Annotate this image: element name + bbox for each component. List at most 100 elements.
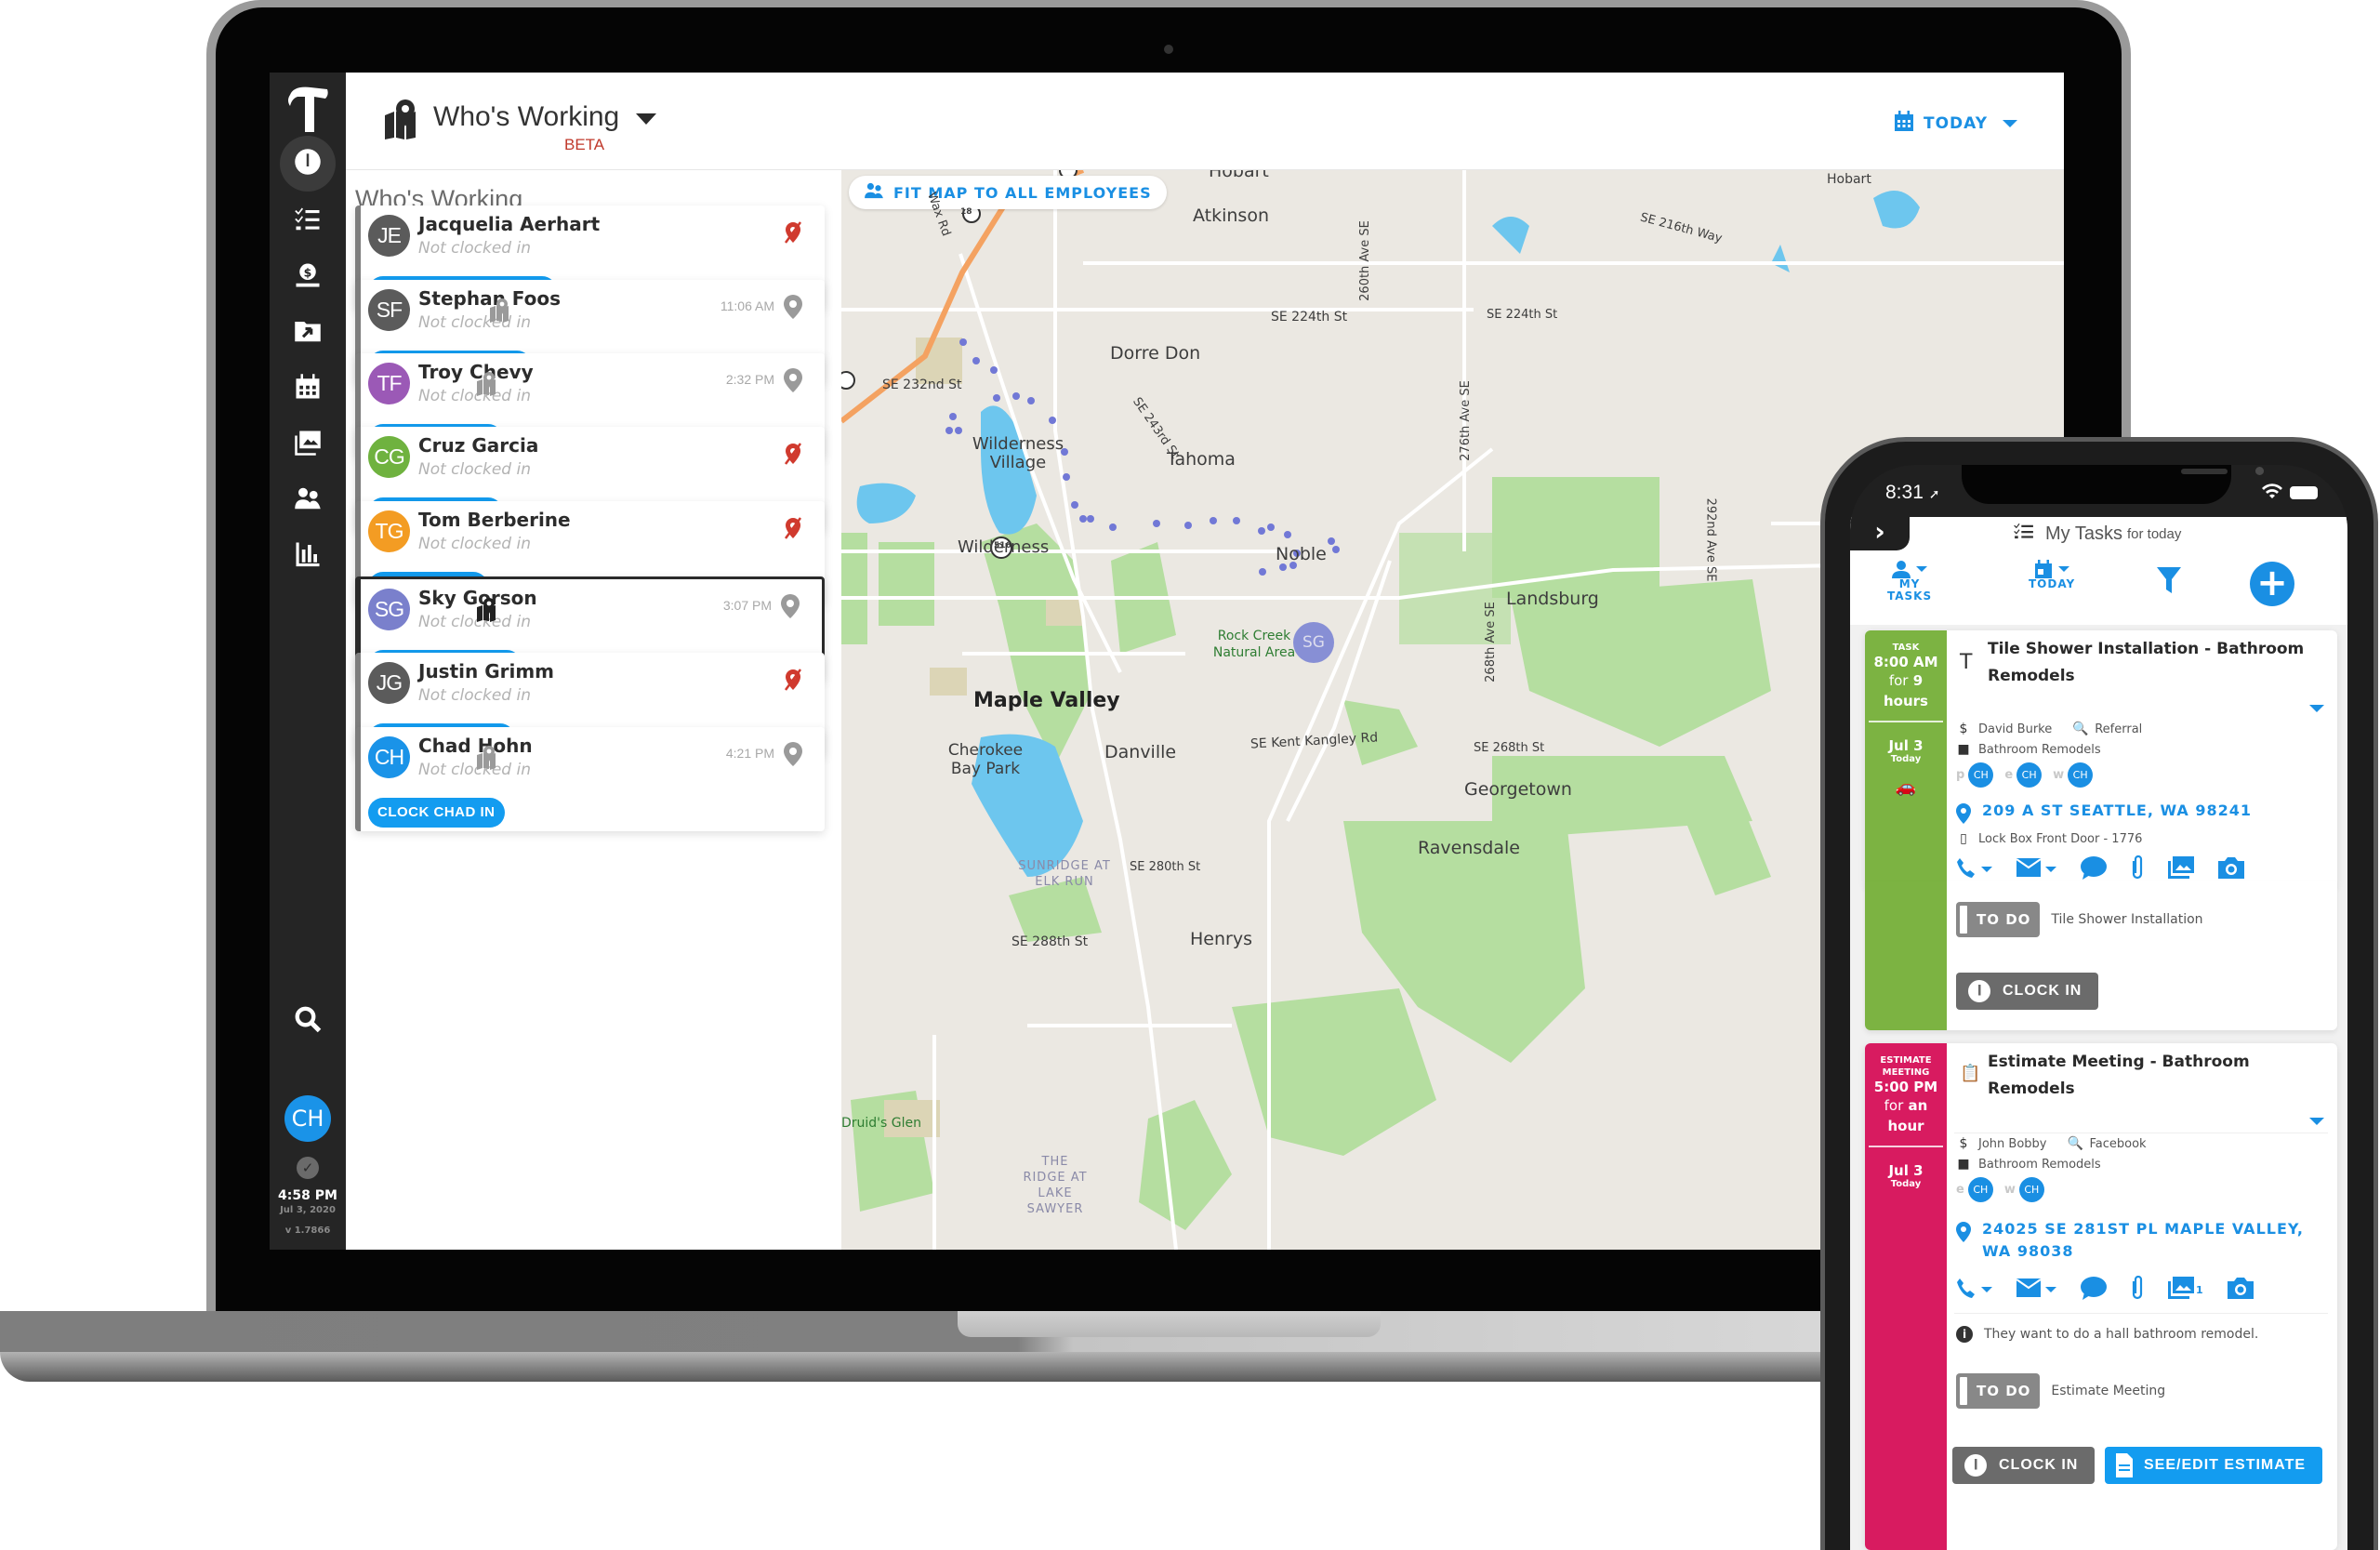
folder-icon: ■ — [1957, 742, 1970, 757]
sidebar-item-projects[interactable] — [280, 305, 336, 361]
see-edit-estimate-button[interactable]: SEE/EDIT ESTIMATE — [2105, 1447, 2323, 1484]
user-avatar[interactable]: CH — [284, 1095, 331, 1142]
back-chevron-button[interactable]: › — [1850, 517, 1910, 550]
employee-card[interactable]: CH Chad Hohn Not clocked in 4:21 PM CLOCK CH… — [355, 727, 825, 831]
location-pin-icon[interactable] — [784, 742, 802, 766]
map-label: Noble — [1276, 544, 1327, 564]
map-label: 268th Ave SE — [1483, 602, 1498, 682]
show-on-map-icon[interactable] — [476, 746, 502, 770]
sidebar-item-financials[interactable]: $ — [280, 249, 336, 305]
sidebar-item-people[interactable] — [280, 472, 336, 528]
customer-row: $ David Burke 🔍 Referral — [1956, 722, 2143, 736]
task-card[interactable]: ESTIMATE MEETING 5:00 PM for an hour Jul… — [1865, 1043, 2337, 1550]
map-label: SE 224th St — [1487, 308, 1558, 322]
camera-button[interactable] — [2227, 1277, 2254, 1303]
customer-name[interactable]: John Bobby — [1978, 1137, 2046, 1151]
search-button[interactable] — [280, 993, 336, 1049]
phone-icon — [1956, 857, 1977, 881]
fit-map-button[interactable]: FIT MAP TO ALL EMPLOYEES — [849, 176, 1167, 209]
map-label: Maple Valley — [973, 689, 1120, 712]
address-link[interactable]: 209 A ST SEATTLE, WA 98241 — [1956, 800, 2324, 830]
task-date: Jul 3 — [1888, 1162, 1924, 1179]
attach-button[interactable] — [2131, 1275, 2144, 1304]
call-button[interactable] — [1956, 857, 1992, 881]
email-button[interactable] — [2016, 858, 2056, 881]
location-pin-icon[interactable] — [784, 295, 802, 319]
sidebar-item-reports[interactable] — [280, 528, 336, 584]
location-pin-icon — [1956, 1218, 1982, 1249]
todo-status-toggle[interactable]: TO DO — [1956, 902, 2041, 937]
call-button[interactable] — [1956, 1278, 1992, 1302]
date-filter-dropdown[interactable]: TODAY — [1894, 110, 2017, 137]
assignee-chip[interactable]: CH — [2018, 1177, 2044, 1202]
show-on-map-icon[interactable] — [476, 598, 502, 622]
task-title[interactable]: Estimate Meeting - Bathroom Remodels — [1988, 1049, 2319, 1103]
phone-speaker — [2181, 469, 2228, 474]
show-on-map-icon[interactable] — [489, 298, 515, 323]
assignee-filter-button[interactable]: MY TASKS — [1887, 560, 1932, 603]
phone-camera — [2255, 467, 2264, 475]
project-name[interactable]: Bathroom Remodels — [1978, 1158, 2101, 1172]
paperclip-icon — [2131, 1275, 2144, 1304]
employee-avatar: CG — [368, 436, 410, 478]
sidebar-item-tasks[interactable] — [280, 193, 336, 249]
map-label: Georgetown — [1464, 779, 1572, 800]
assignee-chip[interactable]: CH — [2068, 762, 2094, 788]
employee-avatar: SF — [368, 289, 410, 331]
email-button[interactable] — [2016, 1278, 2056, 1301]
project-name[interactable]: Bathroom Remodels — [1978, 743, 2101, 757]
last-location-time: 11:06 AM — [720, 298, 774, 313]
clock-in-button[interactable]: CLOCK IN — [1956, 973, 2099, 1010]
employee-name: Tom Berberine — [418, 509, 571, 531]
sidebar-item-time-clock[interactable] — [280, 136, 336, 192]
duration-unit: hours — [1884, 693, 1928, 709]
photos-button[interactable] — [2168, 856, 2194, 882]
checklist-icon — [2014, 523, 2045, 545]
door-icon: ▯ — [1960, 831, 1967, 846]
photos-button[interactable]: 1 — [2168, 1277, 2203, 1303]
clock-in-employee-button[interactable]: CLOCK CHAD IN — [368, 798, 505, 828]
chip-role: p — [1956, 768, 1965, 782]
attach-button[interactable] — [2131, 854, 2144, 883]
duration-value: 9 — [1912, 672, 1924, 689]
camera-button[interactable] — [2218, 856, 2244, 882]
battery-icon — [2290, 486, 2318, 499]
document-icon — [2116, 1453, 2133, 1477]
show-on-map-icon[interactable] — [476, 372, 502, 396]
todo-row: TO DO Estimate Meeting — [1956, 1373, 2165, 1409]
today-label: TODAY — [2029, 577, 2076, 590]
hammer-icon: T — [1960, 651, 1973, 674]
customer-name[interactable]: David Burke — [1978, 722, 2052, 736]
message-button[interactable] — [2081, 855, 2107, 883]
map-label: Hobart — [1827, 172, 1871, 187]
calendar-icon — [294, 373, 322, 404]
clock-status: Not clocked in — [418, 535, 532, 553]
map-label: SE 280th St — [1130, 860, 1201, 874]
task-card[interactable]: TASK 8:00 AM for 9 hours Jul 3 Today 🚗 T… — [1865, 630, 2337, 887]
sidebar-item-photos[interactable] — [280, 417, 336, 472]
location-pin-icon[interactable] — [781, 594, 800, 618]
add-task-button[interactable]: + — [2250, 562, 2294, 606]
assignee-chip[interactable]: CH — [1967, 1177, 1993, 1202]
assignee-chip[interactable]: CH — [1968, 762, 1994, 788]
hammer-logo-icon[interactable] — [284, 84, 331, 134]
sidebar-item-calendar[interactable] — [280, 361, 336, 417]
chip-role: w — [2053, 768, 2065, 782]
expand-chevron-icon[interactable] — [2309, 1118, 2324, 1125]
message-button[interactable] — [2081, 1276, 2107, 1304]
filter-button[interactable] — [2157, 567, 2181, 596]
map-label: SE 288th St — [1012, 934, 1089, 949]
todo-status-toggle[interactable]: TO DO — [1956, 1373, 2041, 1409]
date-filter-button[interactable]: TODAY — [2029, 560, 2075, 590]
task-type: ESTIMATE — [1880, 1055, 1932, 1066]
assignee-chip[interactable]: CH — [2016, 762, 2043, 788]
page-title-dropdown[interactable]: Who's Working BETA — [383, 99, 657, 153]
task-title[interactable]: Tile Shower Installation - Bathroom Remo… — [1988, 636, 2319, 690]
chevron-down-icon — [2003, 119, 2017, 127]
address-link[interactable]: 24025 SE 281ST PL MAPLE VALLEY, WA 98038 — [1956, 1218, 2324, 1263]
employee-avatar: JG — [368, 662, 410, 704]
clock-in-button[interactable]: CLOCK IN — [1952, 1447, 2096, 1484]
photo-count: 1 — [2196, 1283, 2203, 1296]
location-pin-icon[interactable] — [784, 368, 802, 392]
expand-chevron-icon[interactable] — [2309, 705, 2324, 712]
